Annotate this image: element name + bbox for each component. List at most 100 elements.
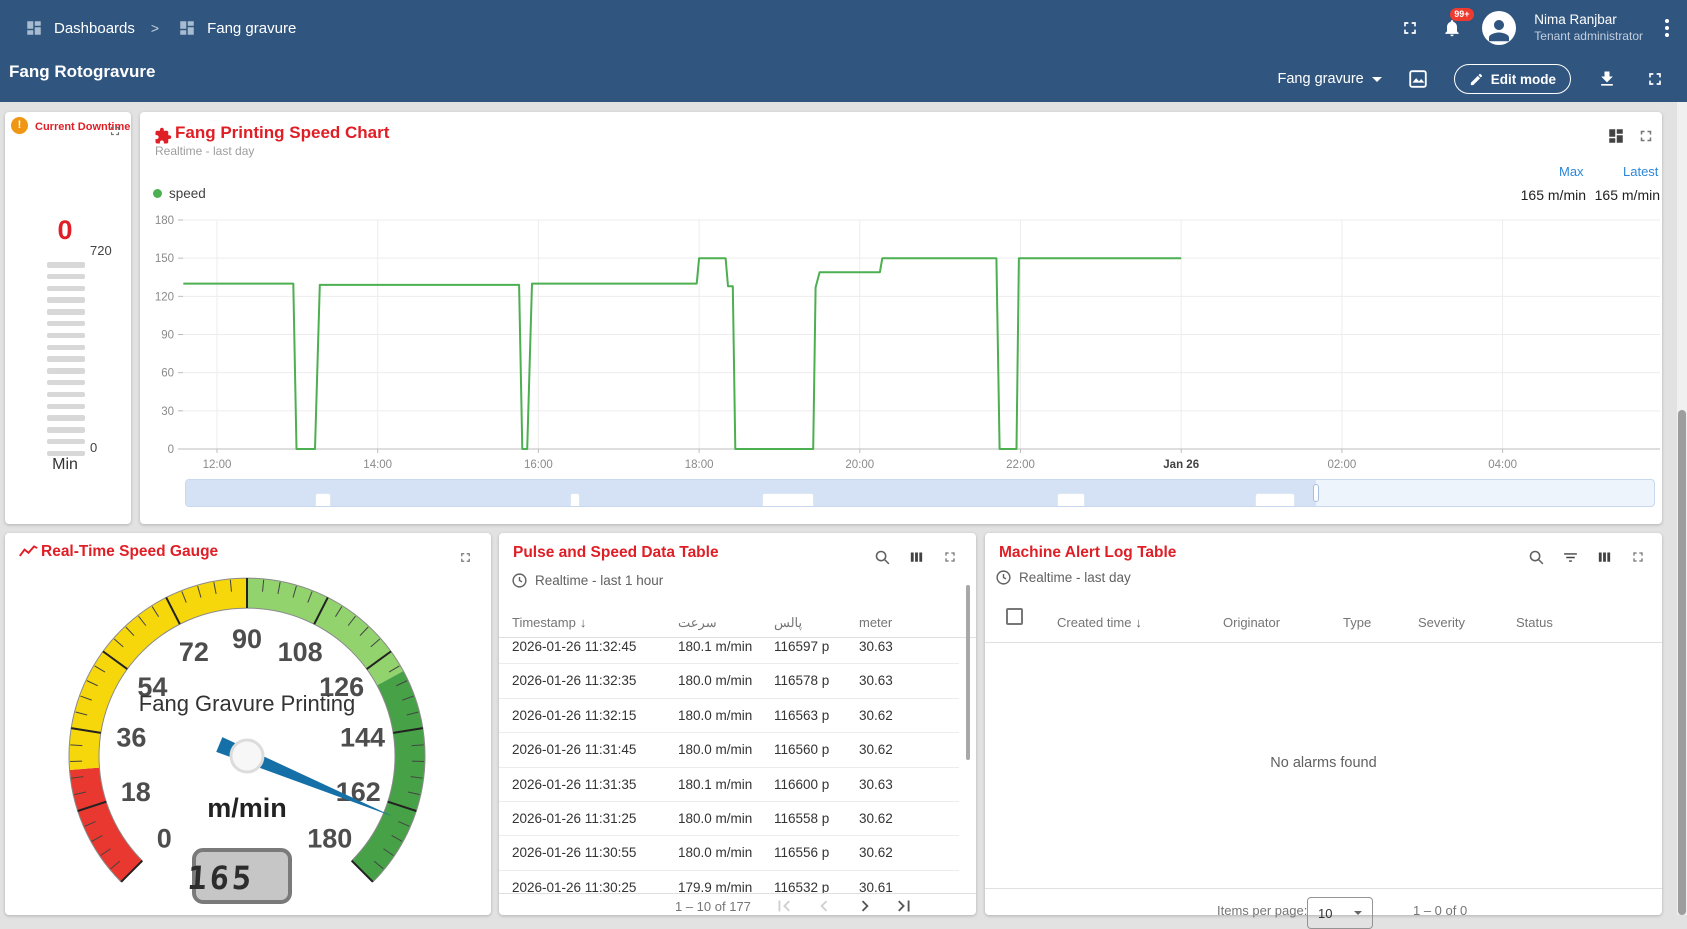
- svg-text:m/min: m/min: [207, 793, 287, 823]
- dashboard-state-select[interactable]: Fang gravure: [1277, 71, 1381, 87]
- user-info: Nima Ranjbar Tenant administrator: [1534, 12, 1643, 44]
- pulse-table-title: Pulse and Speed Data Table: [513, 544, 719, 562]
- svg-text:144: 144: [340, 723, 385, 753]
- breadcrumb-dashboards[interactable]: Dashboards: [54, 20, 135, 37]
- col-timestamp[interactable]: Timestamp↓: [512, 615, 586, 630]
- navbar-actions: 99+ Nima Ranjbar Tenant administrator: [1398, 0, 1673, 56]
- svg-text:36: 36: [116, 723, 146, 753]
- chevron-down-icon: [1372, 77, 1382, 82]
- level-bar: [47, 368, 85, 374]
- col-type[interactable]: Type: [1343, 615, 1371, 630]
- table-cell: 180.0 m/min: [678, 733, 752, 767]
- search-icon[interactable]: [870, 545, 894, 569]
- alert-timewindow[interactable]: Realtime - last day: [995, 569, 1131, 586]
- svg-text:Jan 26: Jan 26: [1163, 459, 1199, 471]
- dashboard-toolbar: Fang Rotogravure Fang gravure Edit mode: [0, 56, 1687, 102]
- page-scrollbar[interactable]: [1677, 102, 1687, 915]
- table-cell: 2026-01-26 11:31:25: [512, 802, 636, 836]
- pulse-table-scrollbar[interactable]: [966, 585, 970, 760]
- table-row[interactable]: 2026-01-26 11:30:55180.0 m/min116556 p30…: [499, 836, 959, 870]
- filter-icon[interactable]: [1558, 545, 1582, 569]
- more-menu-icon[interactable]: [1661, 15, 1673, 41]
- svg-text:120: 120: [155, 291, 174, 303]
- col-status[interactable]: Status: [1516, 615, 1553, 630]
- page-title: Fang Rotogravure: [9, 62, 155, 82]
- breadcrumb-separator: >: [151, 20, 159, 36]
- table-cell: 30.62: [859, 699, 893, 733]
- col-pulse[interactable]: پالس: [774, 615, 802, 631]
- image-gallery-icon[interactable]: [1406, 67, 1430, 91]
- svg-text:180: 180: [307, 824, 352, 854]
- select-all-checkbox[interactable]: [1006, 608, 1023, 625]
- speed-gauge-widget: Real-Time Speed Gauge 018365472901081261…: [5, 533, 491, 915]
- prev-page-icon[interactable]: [813, 895, 835, 917]
- table-row[interactable]: 2026-01-26 11:32:15180.0 m/min116563 p30…: [499, 699, 959, 733]
- table-cell: 179.9 m/min: [678, 871, 752, 893]
- alert-search-icon[interactable]: [1524, 545, 1548, 569]
- last-page-icon[interactable]: [893, 895, 915, 917]
- app-header: Dashboards > Fang gravure 99+ Nima Ranjb…: [0, 0, 1687, 102]
- svg-text:165: 165: [186, 859, 255, 897]
- page-size-value: 10: [1318, 906, 1332, 921]
- gauge-fullscreen-icon[interactable]: [453, 545, 477, 569]
- avatar[interactable]: [1482, 11, 1516, 45]
- col-originator[interactable]: Originator: [1223, 615, 1280, 630]
- toolbar-fullscreen-icon[interactable]: [1643, 67, 1667, 91]
- svg-text:90: 90: [161, 330, 174, 342]
- table-row[interactable]: 2026-01-26 11:31:25180.0 m/min116558 p30…: [499, 802, 959, 836]
- table-cell: 116560 p: [774, 733, 829, 767]
- page-scrollbar-thumb[interactable]: [1678, 410, 1686, 915]
- radial-gauge: 01836547290108126144162180Fang Gravure P…: [5, 533, 491, 915]
- chart-time-navigator[interactable]: [185, 479, 1655, 507]
- alert-sort-desc-icon: ↓: [1135, 615, 1142, 630]
- svg-text:18:00: 18:00: [685, 459, 714, 471]
- fullscreen-icon[interactable]: [1398, 16, 1422, 40]
- col-meter[interactable]: meter: [859, 615, 892, 630]
- breadcrumb: Dashboards > Fang gravure: [22, 16, 296, 40]
- svg-text:Fang Gravure Printing: Fang Gravure Printing: [139, 691, 355, 716]
- alert-table-actions: [1524, 545, 1650, 569]
- edit-mode-button[interactable]: Edit mode: [1454, 64, 1571, 94]
- dashboard-state-label: Fang gravure: [1277, 71, 1363, 87]
- pulse-fullscreen-icon[interactable]: [938, 545, 962, 569]
- table-row[interactable]: 2026-01-26 11:32:35180.0 m/min116578 p30…: [499, 664, 959, 698]
- level-bar: [47, 356, 85, 362]
- notifications-bell-icon[interactable]: 99+: [1440, 16, 1464, 40]
- navbar: Dashboards > Fang gravure 99+ Nima Ranjb…: [0, 0, 1687, 56]
- downtime-value: 0: [5, 215, 125, 246]
- col-speed[interactable]: سرعت: [678, 615, 717, 631]
- table-cell: 30.61: [859, 871, 893, 893]
- alert-columns-icon[interactable]: [1592, 545, 1616, 569]
- table-row[interactable]: 2026-01-26 11:31:35180.1 m/min116600 p30…: [499, 768, 959, 802]
- navigator-handle[interactable]: [1313, 484, 1319, 502]
- svg-text:12:00: 12:00: [203, 459, 232, 471]
- gauge-title: Real-Time Speed Gauge: [41, 543, 218, 561]
- table-row[interactable]: 2026-01-26 11:31:45180.0 m/min116560 p30…: [499, 733, 959, 767]
- svg-text:30: 30: [161, 406, 174, 418]
- items-per-page-label: Items per page:: [1217, 903, 1307, 918]
- warning-icon: !: [11, 117, 28, 134]
- next-page-icon[interactable]: [854, 895, 876, 917]
- first-page-icon[interactable]: [773, 895, 795, 917]
- pulse-timewindow[interactable]: Realtime - last 1 hour: [511, 572, 663, 589]
- trending-line-icon: [19, 545, 38, 564]
- col-created-time[interactable]: Created time↓: [1057, 615, 1142, 630]
- col-severity[interactable]: Severity: [1418, 615, 1465, 630]
- table-row[interactable]: 2026-01-26 11:30:25179.9 m/min116532 p30…: [499, 871, 959, 893]
- table-cell: 180.0 m/min: [678, 802, 752, 836]
- alert-fullscreen-icon[interactable]: [1626, 545, 1650, 569]
- downtime-expand-icon[interactable]: [103, 119, 127, 143]
- pulse-page-range: 1 – 10 of 177: [675, 899, 751, 914]
- download-icon[interactable]: [1595, 67, 1619, 91]
- level-bar: [47, 286, 85, 292]
- columns-icon[interactable]: [904, 545, 928, 569]
- downtime-unit: Min: [5, 456, 125, 474]
- page-size-select[interactable]: 10: [1307, 897, 1373, 929]
- navigator-notch: [762, 493, 814, 506]
- no-alarms-message: No alarms found: [985, 755, 1662, 771]
- level-gauge: [47, 262, 85, 463]
- navigator-selection[interactable]: [186, 480, 1316, 506]
- alert-timewindow-label: Realtime - last day: [1019, 570, 1131, 585]
- table-row[interactable]: 2026-01-26 11:32:45180.1 m/min116597 p30…: [499, 630, 959, 664]
- table-cell: 2026-01-26 11:32:35: [512, 664, 636, 698]
